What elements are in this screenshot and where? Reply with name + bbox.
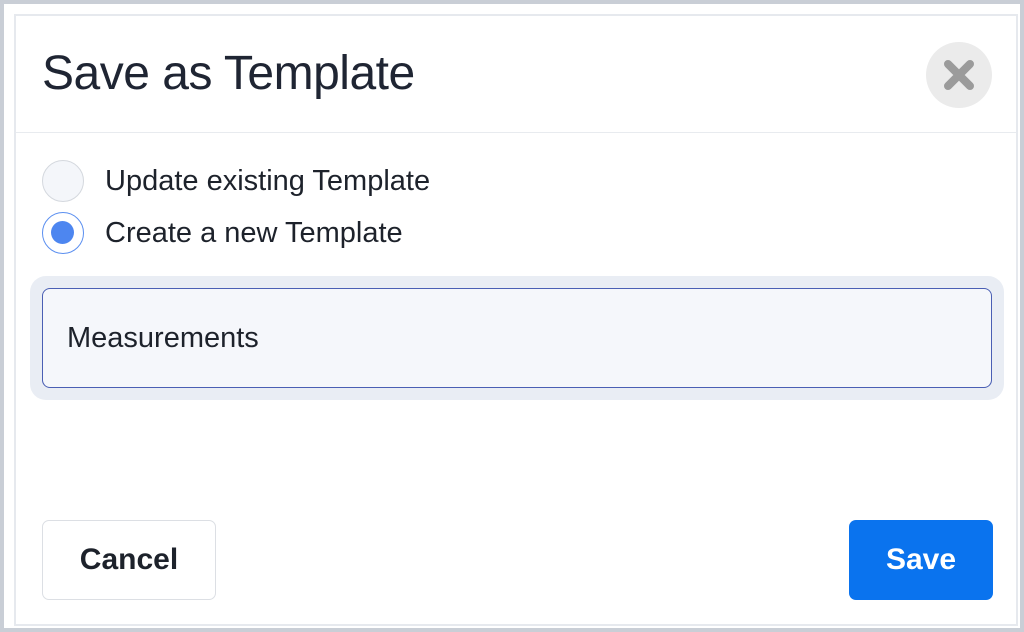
template-name-focus-ring bbox=[30, 276, 1004, 400]
radio-selected-dot bbox=[51, 221, 74, 244]
save-template-dialog: Save as Template Update existing Templat… bbox=[14, 14, 1018, 626]
option-update-existing[interactable]: Update existing Template bbox=[42, 160, 430, 202]
template-name-input[interactable] bbox=[42, 288, 992, 388]
close-button[interactable] bbox=[926, 42, 992, 108]
window-frame: Save as Template Update existing Templat… bbox=[0, 0, 1024, 632]
dialog-header: Save as Template bbox=[16, 16, 1016, 133]
dialog-title: Save as Template bbox=[42, 47, 415, 100]
radio-update-existing[interactable] bbox=[42, 160, 84, 202]
radio-label-update-existing: Update existing Template bbox=[105, 164, 431, 197]
radio-label-create-new: Create a new Template bbox=[105, 216, 403, 249]
save-button[interactable]: Save bbox=[849, 520, 993, 600]
close-icon bbox=[944, 60, 974, 90]
option-create-new[interactable]: Create a new Template bbox=[42, 212, 403, 254]
radio-create-new[interactable] bbox=[42, 212, 84, 254]
cancel-button[interactable]: Cancel bbox=[42, 520, 216, 600]
